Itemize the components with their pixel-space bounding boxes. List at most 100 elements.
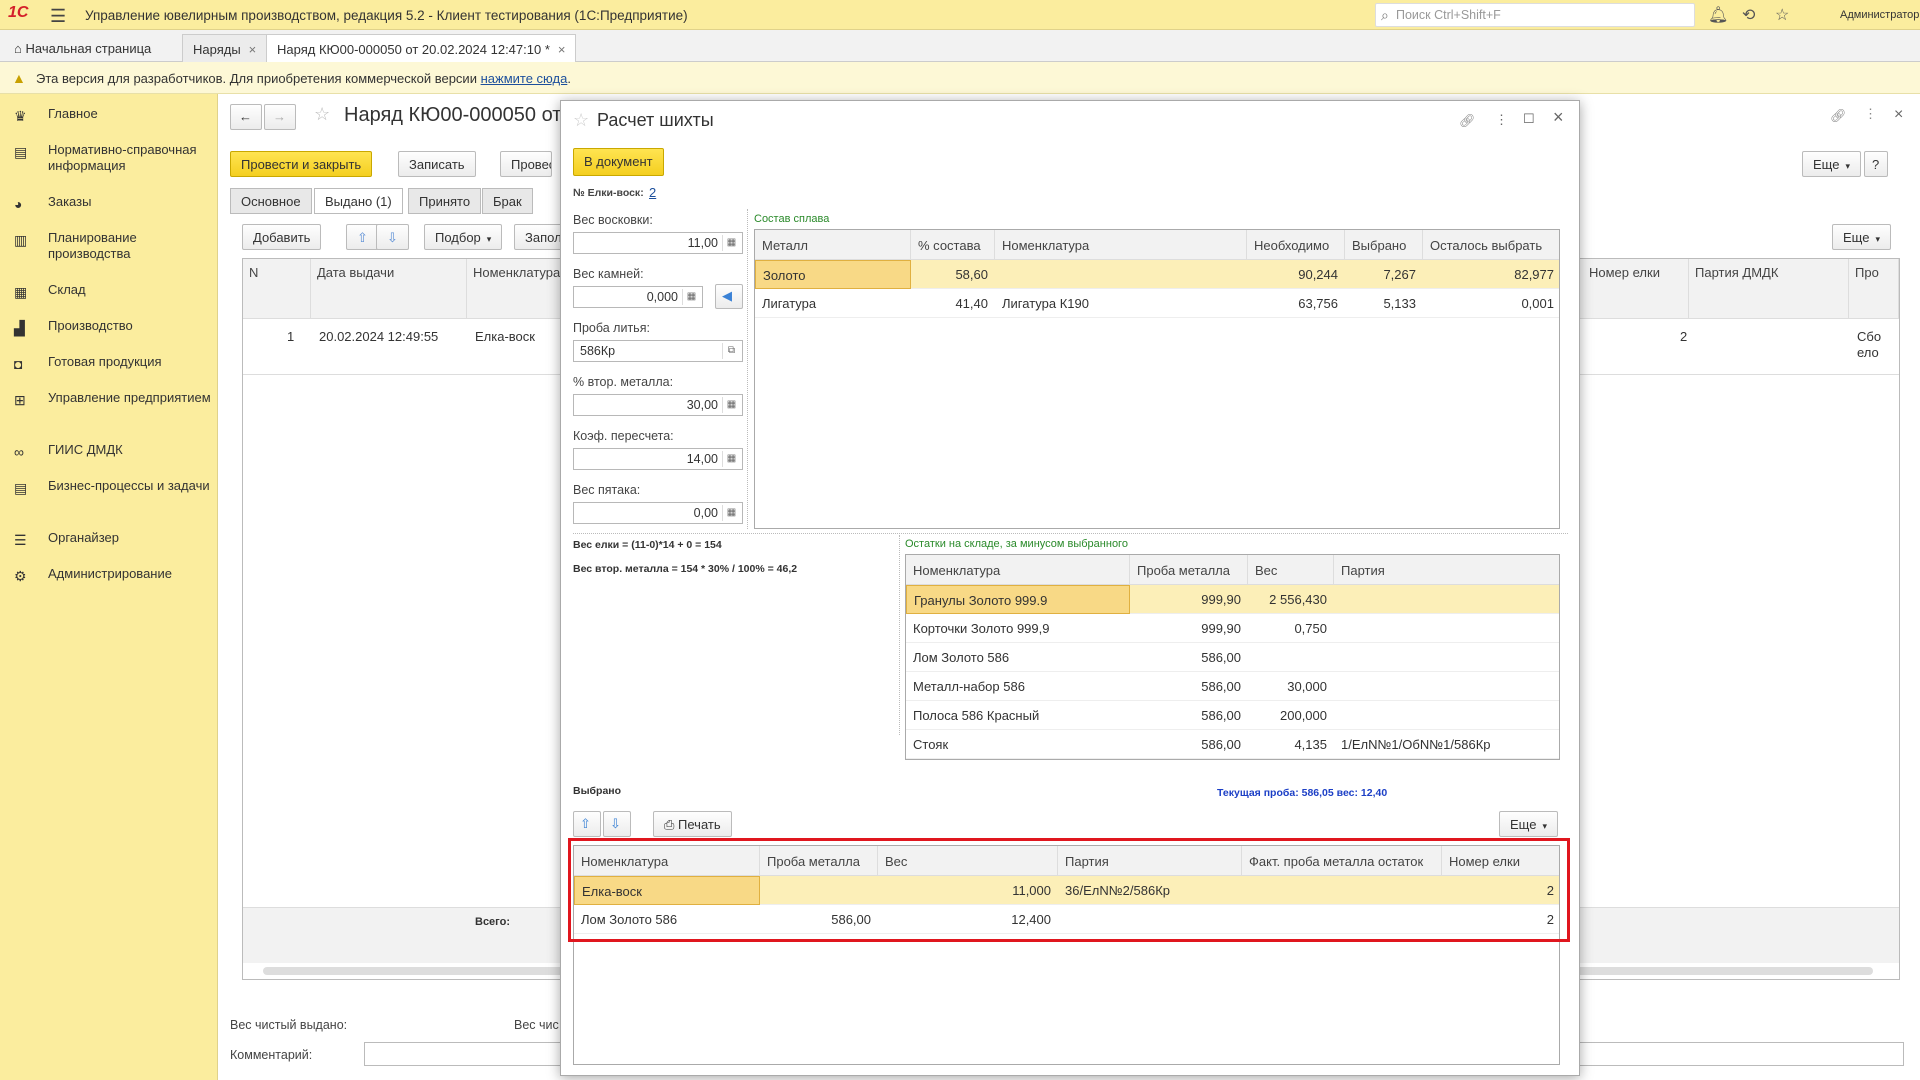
tab-defect[interactable]: Брак bbox=[482, 188, 533, 214]
weight-clean2-label: Вес чис bbox=[514, 1018, 559, 1032]
wax-weight-input[interactable]: 11,00 ▦ bbox=[573, 232, 743, 254]
post-close-button[interactable]: Провести и закрыть bbox=[230, 151, 373, 177]
tab-order-doc[interactable]: Наряд КЮ00-000050 от 20.02.2024 12:47:10… bbox=[266, 34, 577, 62]
forward-button[interactable]: → bbox=[264, 104, 296, 130]
table-row[interactable]: Металл-набор 586 586,00 30,000 bbox=[906, 672, 1559, 701]
table-row[interactable]: Гранулы Золото 999.9 999,90 2 556,430 bbox=[906, 585, 1559, 614]
pie-icon: ◕ bbox=[14, 196, 23, 212]
wax-weight-label: Вес восковки: bbox=[573, 213, 653, 227]
col-nomenclature[interactable]: Номенклатура bbox=[906, 555, 1130, 585]
more-vertical-icon[interactable]: ⋮ bbox=[1864, 106, 1877, 122]
patch-weight-input[interactable]: 0,00 ▦ bbox=[573, 502, 743, 524]
tab-orders[interactable]: Наряды × bbox=[182, 34, 268, 62]
user-name[interactable]: Администратор bbox=[1840, 9, 1919, 21]
move-up-button[interactable]: ⇧ bbox=[346, 224, 379, 250]
bell-icon[interactable]: 🔔︎ bbox=[1708, 5, 1728, 25]
col-batch[interactable]: Партия bbox=[1334, 555, 1559, 585]
favorite-star-icon[interactable]: ☆ bbox=[573, 110, 589, 131]
col-date[interactable]: Дата выдачи bbox=[311, 259, 467, 318]
link-icon[interactable]: 🔗︎ bbox=[1459, 113, 1476, 129]
tab-accepted[interactable]: Принято bbox=[408, 188, 482, 214]
table-row[interactable]: Полоса 586 Красный 586,00 200,000 bbox=[906, 701, 1559, 730]
search-input[interactable]: ⌕ Поиск Ctrl+Shift+F bbox=[1375, 3, 1695, 27]
menu-icon[interactable]: ☰ bbox=[50, 6, 66, 27]
tab-main[interactable]: Основное bbox=[230, 188, 312, 214]
col-selected[interactable]: Выбрано bbox=[1345, 230, 1423, 260]
recalc-coef-input[interactable]: 14,00 ▦ bbox=[573, 448, 743, 470]
print-label: Печать bbox=[678, 817, 721, 832]
secondary-metal-input[interactable]: 30,00 ▦ bbox=[573, 394, 743, 416]
calculator-icon[interactable]: ▦ bbox=[722, 451, 740, 467]
app-logo: 1С bbox=[8, 4, 29, 21]
buy-link[interactable]: нажмите сюда bbox=[481, 71, 568, 86]
move-down-button[interactable]: ⇩ bbox=[376, 224, 409, 250]
close-icon[interactable]: × bbox=[1894, 106, 1903, 124]
calculator-icon[interactable]: ▦ bbox=[722, 397, 740, 413]
col-weight[interactable]: Вес bbox=[1248, 555, 1334, 585]
stock-title: Остатки на складе, за минусом выбранного bbox=[905, 538, 1128, 550]
stones-arrow-button[interactable]: ◀ bbox=[715, 284, 743, 309]
col-probe[interactable]: Проба металла bbox=[1130, 555, 1248, 585]
col-tree-num[interactable]: Номер елки bbox=[1583, 259, 1689, 318]
tab-home[interactable]: ⌂ Начальная страница bbox=[4, 34, 161, 62]
tab-label: Начальная страница bbox=[25, 41, 152, 56]
more-label: Еще bbox=[1813, 157, 1840, 172]
save-button[interactable]: Записать bbox=[398, 151, 476, 177]
maximize-icon[interactable]: ☐ bbox=[1523, 111, 1535, 127]
open-icon[interactable]: ⧉ bbox=[722, 343, 740, 359]
move-up-button[interactable]: ⇧ bbox=[573, 811, 601, 837]
history-icon[interactable]: ⟲ bbox=[1742, 5, 1755, 25]
printer-icon: ⎙ bbox=[664, 817, 675, 832]
table-row[interactable]: Лигатура 41,40 Лигатура К190 63,756 5,13… bbox=[755, 289, 1559, 318]
col-percent[interactable]: % состава bbox=[911, 230, 995, 260]
col-n[interactable]: N bbox=[243, 259, 311, 318]
add-button[interactable]: Добавить bbox=[242, 224, 322, 250]
favorite-star-icon[interactable]: ☆ bbox=[314, 104, 330, 125]
more-button-table[interactable]: Еще ▾ bbox=[1832, 224, 1891, 250]
col-remaining[interactable]: Осталось выбрать bbox=[1423, 230, 1559, 260]
more-button[interactable]: Еще ▾ bbox=[1802, 151, 1861, 177]
row-n: 1 bbox=[287, 329, 295, 344]
table-row[interactable]: Корточки Золото 999,9 999,90 0,750 bbox=[906, 614, 1559, 643]
cell-probe: 586,00 bbox=[1201, 737, 1241, 752]
star-icon[interactable]: ☆ bbox=[1775, 5, 1789, 25]
table-row[interactable]: Стояк 586,00 4,135 1/ЕлN№1/ОбN№1/586Кр bbox=[906, 730, 1559, 759]
post-button[interactable]: Провес bbox=[500, 151, 552, 177]
calculator-icon[interactable]: ▦ bbox=[722, 505, 740, 521]
fill-button[interactable]: Запол bbox=[514, 224, 564, 250]
stones-weight-input[interactable]: 0,000 ▦ bbox=[573, 286, 703, 308]
calculator-icon[interactable]: ▦ bbox=[722, 235, 740, 251]
help-button[interactable]: ? bbox=[1864, 151, 1888, 177]
weight-clean-label: Вес чистый выдано: bbox=[230, 1018, 348, 1032]
tab-issued[interactable]: Выдано (1) bbox=[314, 188, 403, 214]
back-button[interactable]: ← bbox=[230, 104, 262, 130]
more-vertical-icon[interactable]: ⋮ bbox=[1495, 112, 1508, 128]
close-icon[interactable]: × bbox=[558, 42, 566, 57]
pick-button[interactable]: Подбор ▾ bbox=[424, 224, 503, 250]
cell-nomenclature: Стояк bbox=[913, 737, 949, 752]
selected-title: Выбрано bbox=[573, 785, 622, 797]
table-row[interactable]: Золото 58,60 90,244 7,267 82,977 bbox=[755, 260, 1559, 289]
recalc-coef-value: 14,00 bbox=[686, 452, 718, 466]
print-button[interactable]: ⎙ Печать bbox=[653, 811, 732, 837]
move-down-button[interactable]: ⇩ bbox=[603, 811, 631, 837]
col-needed[interactable]: Необходимо bbox=[1247, 230, 1345, 260]
tree-num-link[interactable]: 2 bbox=[649, 185, 656, 200]
sidebar-item-label: Заказы bbox=[48, 194, 92, 209]
close-icon[interactable]: × bbox=[1553, 107, 1564, 128]
col-nomenclature[interactable]: Номенклатура bbox=[995, 230, 1247, 260]
more-button[interactable]: Еще ▾ bbox=[1499, 811, 1558, 837]
alloy-table: Металл % состава Номенклатура Необходимо… bbox=[754, 229, 1560, 529]
table-row[interactable]: Лом Золото 586 586,00 bbox=[906, 643, 1559, 672]
to-document-button[interactable]: В документ bbox=[573, 148, 664, 176]
link-icon[interactable]: 🔗︎ bbox=[1830, 108, 1847, 124]
close-icon[interactable]: × bbox=[249, 42, 257, 57]
col-dmdk[interactable]: Партия ДМДК bbox=[1689, 259, 1849, 318]
cell-needed: 90,244 bbox=[1298, 267, 1338, 282]
col-pro[interactable]: Про bbox=[1849, 259, 1899, 318]
col-metal[interactable]: Металл bbox=[755, 230, 911, 260]
cell-batch bbox=[1334, 701, 1559, 730]
calculator-icon[interactable]: ▦ bbox=[682, 289, 700, 305]
cell-probe: 586,00 bbox=[1201, 650, 1241, 665]
cast-probe-input[interactable]: 586Кр ⧉ bbox=[573, 340, 743, 362]
